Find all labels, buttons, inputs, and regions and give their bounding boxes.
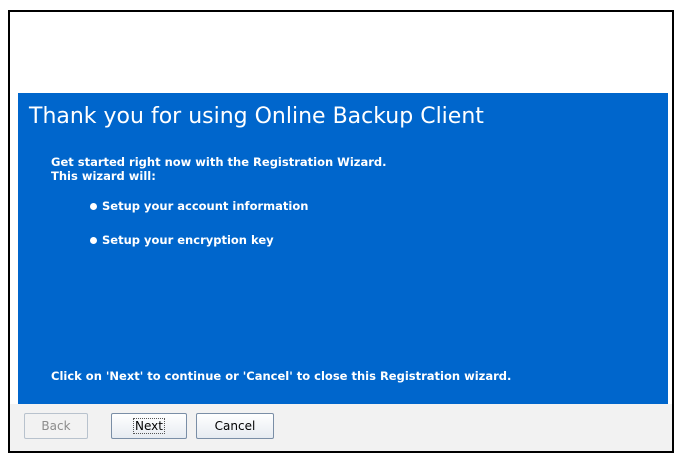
intro-text: Get started right now with the Registrat… [51, 155, 387, 183]
welcome-panel: Thank you for using Online Backup Client… [18, 93, 668, 404]
instruction-text: Click on 'Next' to continue or 'Cancel' … [51, 369, 512, 383]
bullet-icon [90, 203, 97, 210]
list-item: Setup your account information [90, 199, 308, 233]
list-item: Setup your encryption key [90, 233, 308, 267]
welcome-heading: Thank you for using Online Backup Client [29, 104, 484, 129]
next-button-label: Next [133, 418, 165, 434]
step-label: Setup your account information [102, 199, 309, 213]
wizard-steps-list: Setup your account information Setup you… [90, 199, 308, 267]
bullet-icon [90, 237, 97, 244]
step-label: Setup your encryption key [102, 233, 274, 247]
back-button[interactable]: Back [24, 413, 88, 439]
cancel-button[interactable]: Cancel [196, 413, 274, 439]
button-bar: Back Next Cancel [10, 404, 672, 451]
intro-line-2: This wizard will: [51, 169, 156, 183]
intro-line-1: Get started right now with the Registrat… [51, 155, 387, 169]
registration-wizard-window: Thank you for using Online Backup Client… [8, 10, 674, 453]
next-button[interactable]: Next [111, 413, 187, 439]
